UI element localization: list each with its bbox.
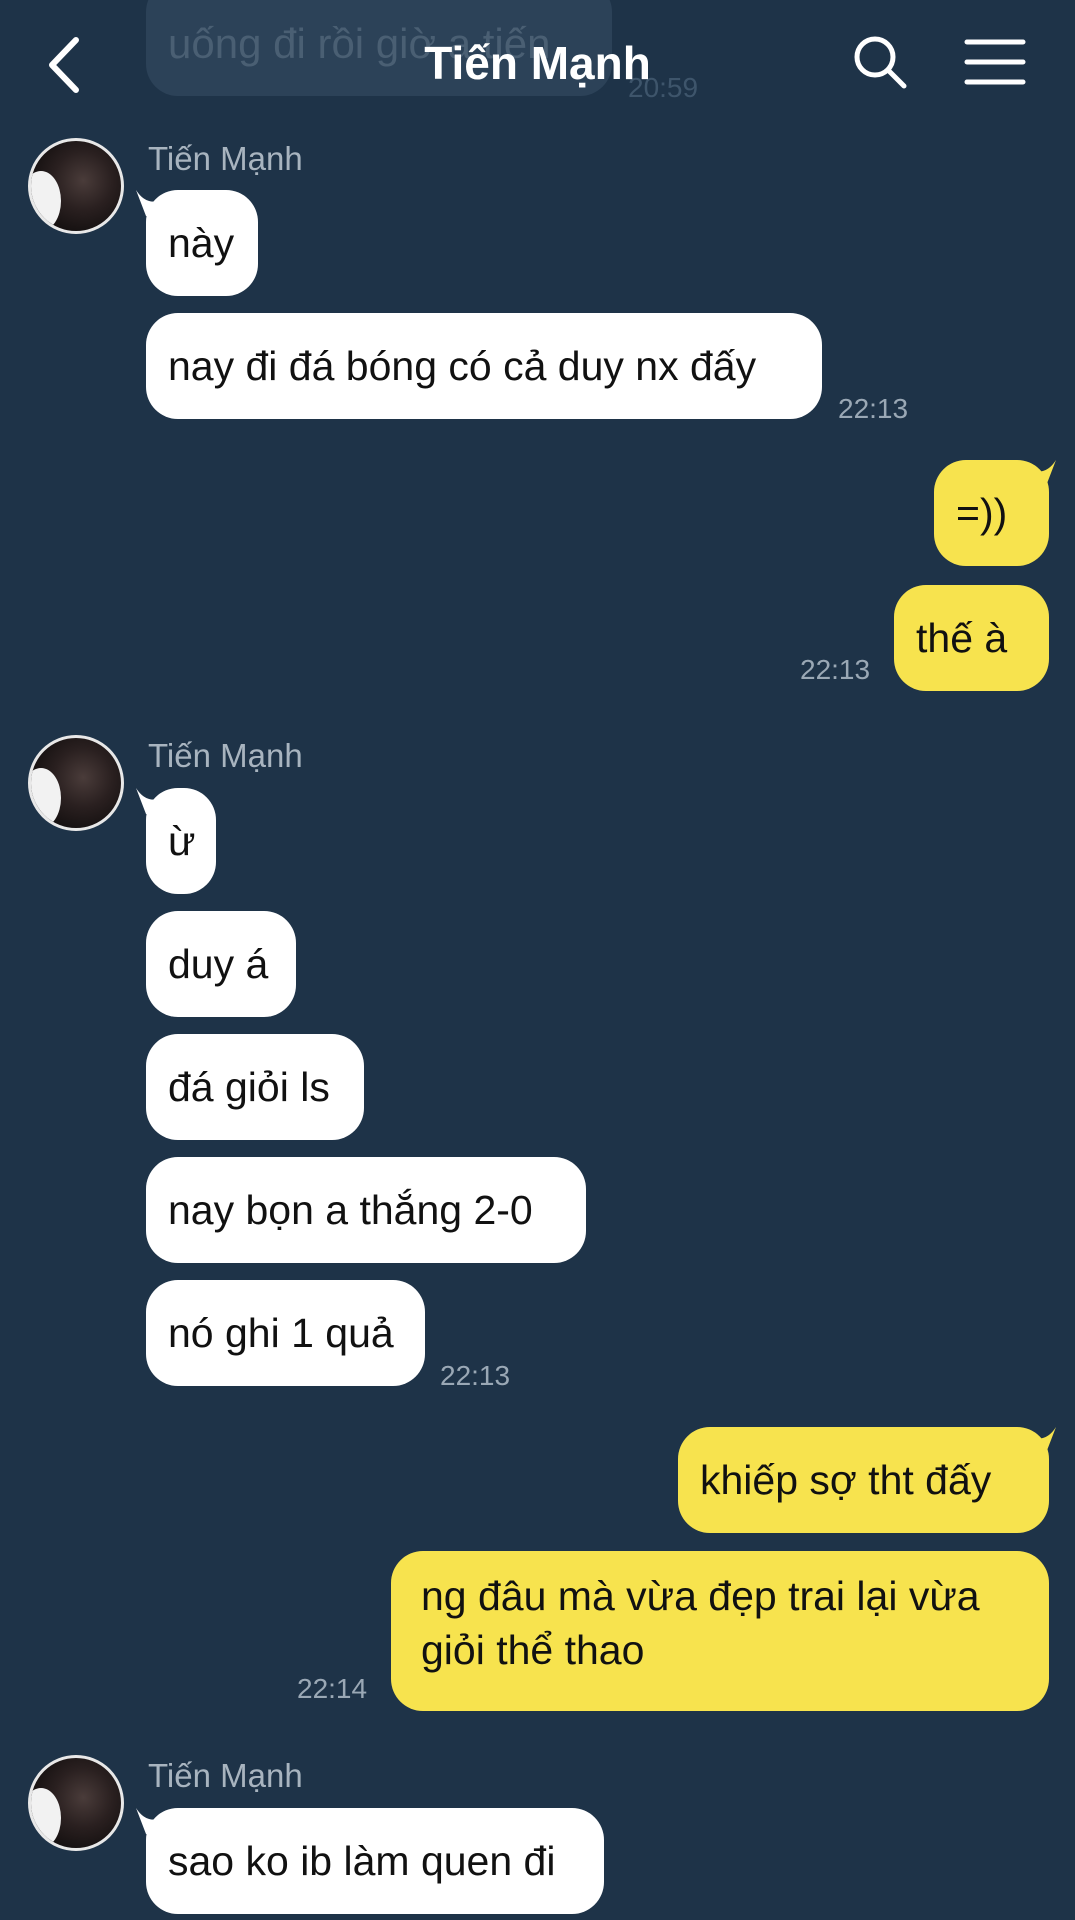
message-bubble[interactable]: nay bọn a thắng 2-0 <box>146 1157 586 1263</box>
sender-name: Tiến Mạnh <box>148 140 303 177</box>
avatar[interactable] <box>28 1755 124 1851</box>
chat-header: Tiến Mạnh <box>0 0 1075 128</box>
message-time: 22:13 <box>800 654 871 685</box>
message-bubble[interactable]: thế à <box>894 585 1049 691</box>
hamburger-menu-icon[interactable] <box>964 36 1026 88</box>
avatar[interactable] <box>28 138 124 234</box>
message-bubble[interactable]: khiếp sợ tht đấy <box>678 1427 1049 1533</box>
message-time: 22:14 <box>297 1673 368 1704</box>
message-bubble[interactable]: này <box>146 190 258 296</box>
sender-name: Tiến Mạnh <box>148 737 303 774</box>
message-time: 22:13 <box>440 1360 511 1391</box>
message-bubble[interactable]: ng đâu mà vừa đẹp trai lại vừa giỏi thể … <box>391 1551 1049 1711</box>
message-bubble[interactable]: ừ <box>146 788 216 894</box>
message-bubble[interactable]: =)) <box>934 460 1049 566</box>
message-bubble[interactable]: duy á <box>146 911 296 1017</box>
message-bubble[interactable]: nó ghi 1 quả <box>146 1280 425 1386</box>
search-icon[interactable] <box>852 34 908 90</box>
message-bubble[interactable]: đá giỏi ls <box>146 1034 364 1140</box>
message-bubble[interactable]: nay đi đá bóng có cả duy nx đấy <box>146 313 822 419</box>
message-bubble[interactable]: sao ko ib làm quen đi <box>146 1808 604 1914</box>
sender-name: Tiến Mạnh <box>148 1757 303 1794</box>
message-time: 22:13 <box>838 393 909 424</box>
chat-title: Tiến Mạnh <box>424 37 651 89</box>
avatar[interactable] <box>28 735 124 831</box>
